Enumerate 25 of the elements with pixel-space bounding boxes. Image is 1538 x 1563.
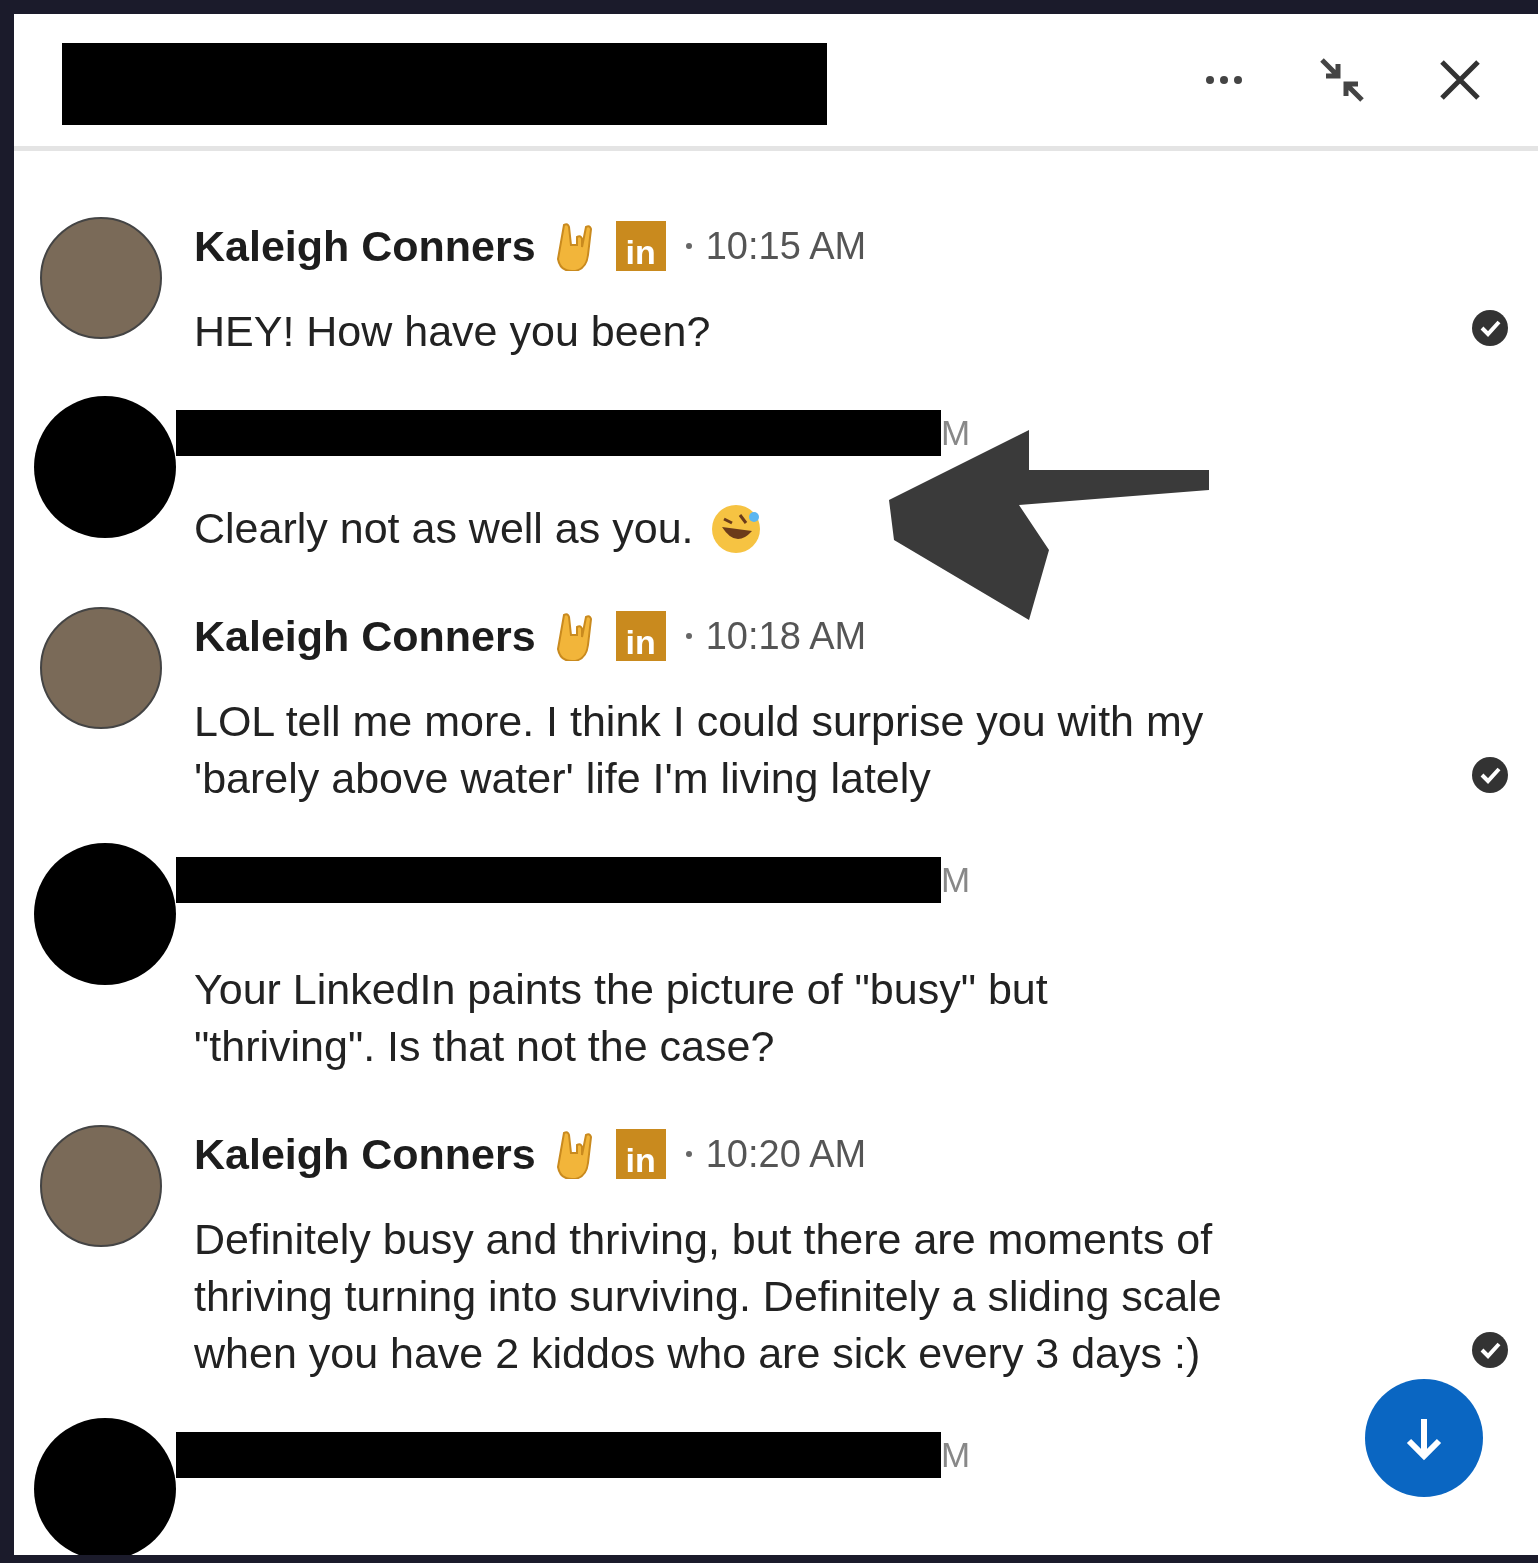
separator-dot [685, 1151, 692, 1157]
message-text: LOL tell me more. I think I could surprise you with my [194, 696, 1204, 747]
message-text: 'barely above water' life I'm living lately [194, 753, 931, 804]
premium-badge: in [615, 611, 666, 661]
timestamp-fragment: M [941, 1435, 971, 1475]
timestamp: 10:15 AM [705, 224, 867, 268]
message-text: HEY! How have you been? [194, 306, 711, 357]
timestamp: 10:20 AM [705, 1132, 867, 1176]
sender-name[interactable]: Kaleigh Conners [194, 221, 536, 271]
timestamp: 10:18 AM [705, 614, 867, 658]
timestamp-fragment: M [941, 413, 971, 453]
premium-badge: in [615, 221, 666, 271]
sender-name[interactable]: Kaleigh Conners [194, 611, 536, 661]
premium-badge: in [615, 1129, 666, 1179]
message-text: Clearly not as well as you. [194, 503, 694, 554]
message-text: Your LinkedIn paints the picture of "busy" but [194, 964, 1048, 1015]
timestamp-fragment: M [941, 860, 971, 900]
separator-dot [685, 633, 692, 639]
laughing-face-icon [709, 502, 762, 555]
sender-name[interactable]: Kaleigh Conners [194, 1129, 536, 1179]
message-text: thriving turning into surviving. Definitely a sliding scale [194, 1271, 1222, 1322]
message-text: when you have 2 kiddos who are sick every 3 days :) [194, 1328, 1201, 1379]
message-text: Definitely busy and thriving, but there are moments of [194, 1214, 1213, 1265]
message-text: "thriving". Is that not the case? [194, 1021, 775, 1072]
separator-dot [685, 243, 692, 249]
